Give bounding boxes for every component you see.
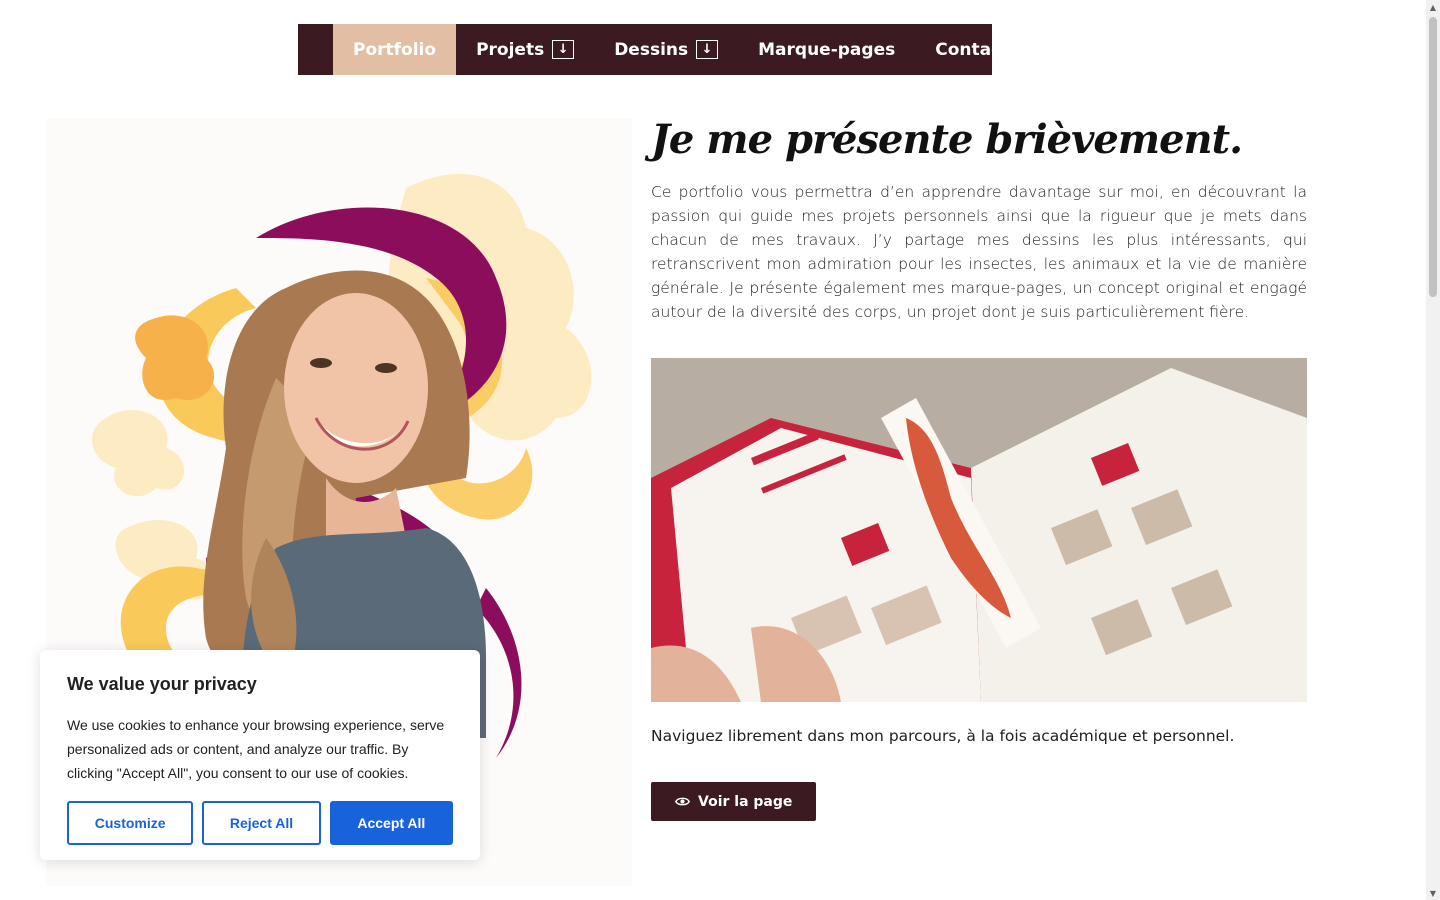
intro-paragraph: Ce portfolio vous permettra d’en apprend… (651, 183, 1307, 321)
reject-all-button[interactable]: Reject All (202, 801, 321, 845)
nav-item-label: Dessins (614, 39, 689, 60)
nav-item-projets[interactable]: Projets ↓ (456, 24, 594, 75)
voir-la-page-label: Voir la page (698, 793, 793, 810)
main-nav: Portfolio Projets ↓ Dessins ↓ Marque-pag… (298, 24, 1009, 75)
nav-item-label: Portfolio (353, 39, 437, 60)
nav-item-contact[interactable]: Contact (915, 24, 1029, 75)
nav-item-dessins[interactable]: Dessins ↓ (594, 24, 738, 75)
nav-item-label: Marque-pages (758, 39, 896, 60)
arrow-down-icon[interactable]: ↓ (552, 40, 575, 59)
page-title: Je me présente brièvement. (651, 116, 1243, 163)
cookie-text: We use cookies to enhance your browsing … (67, 717, 445, 781)
navigate-text: Naviguez librement dans mon parcours, à … (651, 727, 1235, 745)
accept-all-button[interactable]: Accept All (329, 801, 453, 845)
scroll-up-icon[interactable]: ▲ (1426, 0, 1440, 14)
cookie-buttons: Customize Reject All Accept All (67, 801, 453, 845)
voir-la-page-button[interactable]: Voir la page (651, 782, 817, 821)
eye-icon (675, 797, 690, 806)
cookie-banner: We value your privacy We use cookies to … (40, 650, 480, 860)
book-photo (651, 358, 1307, 702)
customize-button[interactable]: Customize (67, 801, 194, 845)
cookie-title: We value your privacy (67, 674, 257, 694)
nav-item-label: Projets (476, 39, 545, 60)
main-content: Je me présente brièvement. Ce portfolio … (651, 112, 1307, 821)
nav-item-label: Contact (935, 39, 1010, 60)
nav-item-marque-pages[interactable]: Marque-pages (738, 24, 915, 75)
arrow-down-icon[interactable]: ↓ (696, 40, 719, 59)
scroll-thumb[interactable] (1429, 17, 1437, 297)
scroll-down-icon[interactable]: ▼ (1426, 886, 1440, 900)
nav-item-portfolio[interactable]: Portfolio (333, 24, 457, 75)
scrollbar[interactable]: ▲ ▼ (1426, 0, 1440, 900)
